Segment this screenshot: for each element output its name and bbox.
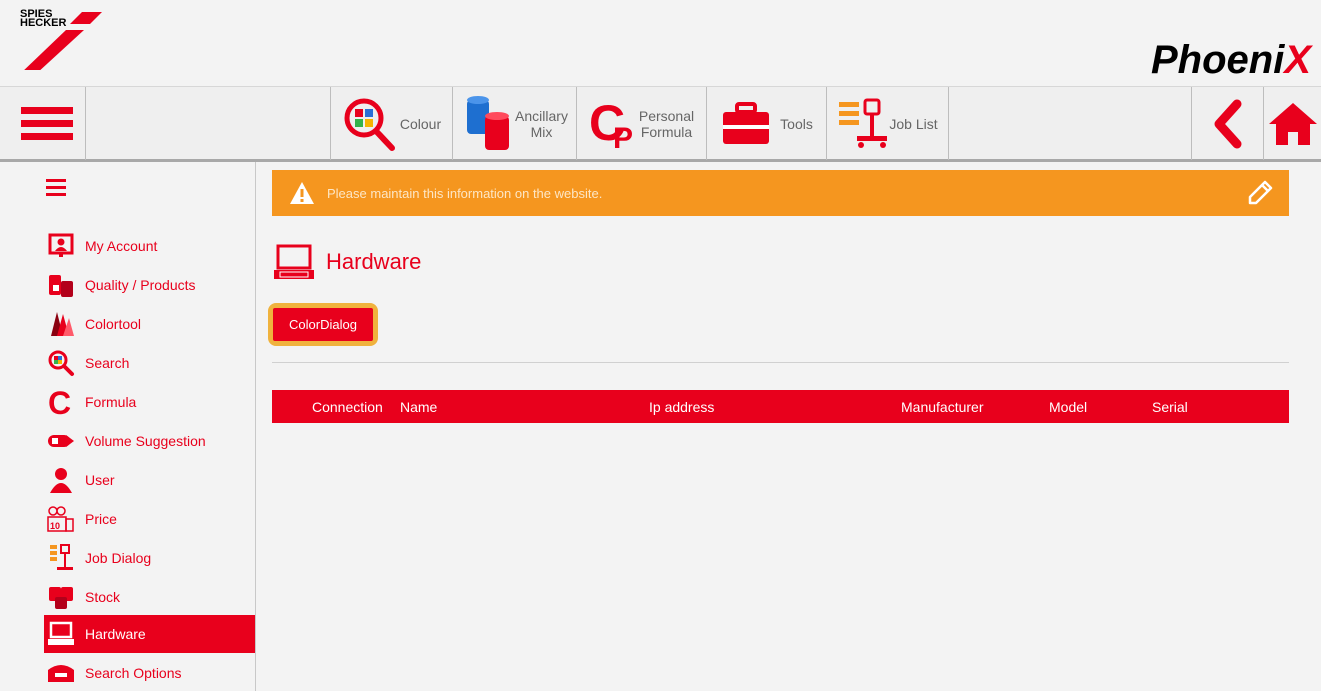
toolbar-colour-button[interactable]: Colour	[330, 87, 452, 160]
sidebar-toggle-button[interactable]	[46, 179, 66, 196]
hardware-title-icon	[274, 244, 314, 279]
toolbar-separator	[948, 87, 949, 160]
spies-hecker-logo: SPIES HECKER	[20, 9, 110, 80]
search-icon	[46, 349, 76, 377]
ancillary-line-2: Mix	[530, 123, 553, 140]
sidebar-item-label: Quality / Products	[85, 277, 196, 293]
sidebar-item-label: Formula	[85, 394, 137, 410]
personal-line-2: Formula	[640, 123, 693, 140]
hamburger-icon	[20, 106, 73, 140]
color-dialog-button-label: ColorDialog	[273, 308, 373, 341]
logo-stripes-icon	[24, 12, 102, 70]
column-header-name[interactable]: Name	[400, 399, 437, 415]
svg-text:C: C	[48, 387, 71, 417]
toolbar-personal-formula-button[interactable]: C P Personal Formula	[576, 87, 706, 160]
ancillary-line-1: Ancillary	[515, 107, 568, 124]
sidebar-toggle-bar	[46, 193, 66, 196]
job-dialog-icon	[46, 544, 76, 572]
sidebar-toggle-bar	[46, 179, 66, 182]
warning-banner: Please maintain this information on the …	[272, 170, 1289, 216]
sidebar-item-label: Colortool	[85, 316, 142, 332]
home-icon	[1268, 102, 1317, 145]
sidebar-item-my-account[interactable]: My Account	[44, 227, 255, 265]
sidebar-item-label: Stock	[85, 589, 121, 605]
svg-text:10: 10	[50, 521, 60, 531]
stock-icon	[46, 583, 76, 611]
pencil-icon[interactable]	[1247, 180, 1273, 206]
sidebar-item-label: Job Dialog	[85, 550, 152, 566]
toolbar-job-list-button[interactable]: Job List	[826, 87, 948, 160]
account-icon	[46, 232, 76, 260]
personal-formula-icon: C P	[589, 95, 633, 154]
sidebar-item-hardware[interactable]: Hardware	[44, 615, 255, 653]
column-header-connection[interactable]: Connection	[312, 399, 383, 415]
ancillary-mix-icon	[467, 95, 510, 150]
products-icon	[46, 271, 76, 299]
phoenix-logo-x: X	[1284, 38, 1311, 82]
column-header-serial[interactable]: Serial	[1152, 399, 1188, 415]
phoenix-logo: PhoeniX	[1151, 38, 1311, 83]
divider	[272, 362, 1289, 363]
home-button[interactable]	[1263, 87, 1321, 160]
sidebar-item-label: Search Options	[85, 665, 182, 681]
sidebar-item-label: Volume Suggestion	[85, 433, 206, 449]
column-header-ip-address[interactable]: Ip address	[649, 399, 714, 415]
job-list-icon	[839, 98, 888, 148]
page-title-row: Hardware	[272, 244, 421, 280]
sidebar-item-label: Price	[85, 511, 117, 527]
sidebar-item-quality-products[interactable]: Quality / Products	[44, 266, 255, 304]
ancillary-mix-label: Ancillary Mix	[515, 108, 568, 140]
tools-label: Tools	[780, 115, 813, 132]
warning-text: Please maintain this information on the …	[327, 185, 603, 201]
phoenix-logo-text: Phoeni	[1150, 38, 1285, 82]
sidebar-item-label: Hardware	[85, 626, 146, 642]
toolbar-ancillary-mix-button[interactable]: Ancillary Mix	[452, 87, 576, 160]
colortool-icon	[46, 310, 76, 338]
sidebar-toggle-bar	[46, 186, 66, 189]
job-list-label: Job List	[889, 115, 938, 132]
page-title: Hardware	[326, 249, 422, 274]
sidebar-item-price[interactable]: 10 Price	[44, 500, 255, 538]
color-dialog-button[interactable]: ColorDialog	[268, 303, 378, 346]
colour-label: Colour	[399, 115, 442, 132]
column-header-manufacturer[interactable]: Manufacturer	[901, 399, 983, 415]
svg-text:P: P	[613, 122, 633, 154]
formula-icon: C	[46, 387, 76, 417]
app-root: SPIES HECKER PhoeniX Colour Ancillary Mi…	[0, 0, 1321, 691]
search-options-icon	[46, 659, 76, 687]
personal-formula-label: Personal Formula	[639, 108, 694, 140]
warning-icon	[290, 182, 314, 204]
sidebar-item-user[interactable]: User	[44, 461, 255, 499]
chevron-left-icon	[1214, 99, 1241, 148]
main-toolbar: Colour Ancillary Mix C P Personal Formula	[0, 86, 1321, 162]
column-header-model[interactable]: Model	[1049, 399, 1087, 415]
sidebar-item-label: User	[85, 472, 115, 488]
hardware-icon	[46, 620, 76, 648]
hardware-table-header: Connection Name Ip address Manufacturer …	[272, 390, 1289, 423]
user-icon	[46, 466, 76, 494]
main-menu-button[interactable]	[8, 87, 86, 160]
brand-header: SPIES HECKER PhoeniX	[0, 0, 1321, 86]
volume-icon	[46, 427, 76, 455]
sidebar-item-stock[interactable]: Stock	[44, 578, 255, 616]
personal-line-1: Personal	[638, 107, 695, 124]
sidebar-item-search-options[interactable]: Search Options	[44, 654, 255, 691]
toolbox-icon	[723, 101, 770, 144]
toolbar-tools-button[interactable]: Tools	[706, 87, 826, 160]
sidebar-item-label: My Account	[85, 238, 158, 254]
sidebar-item-volume-suggestion[interactable]: Volume Suggestion	[44, 422, 255, 460]
sidebar-item-formula[interactable]: C Formula	[44, 383, 255, 421]
colour-search-icon	[344, 98, 395, 151]
sidebar-item-colortool[interactable]: Colortool	[44, 305, 255, 343]
back-button[interactable]	[1191, 87, 1263, 160]
sidebar: My Account Quality / Products Colortool …	[0, 162, 256, 691]
sidebar-item-label: Search	[85, 355, 130, 371]
sidebar-item-job-dialog[interactable]: Job Dialog	[44, 539, 255, 577]
sidebar-item-search[interactable]: Search	[44, 344, 255, 382]
price-icon: 10	[46, 505, 76, 533]
